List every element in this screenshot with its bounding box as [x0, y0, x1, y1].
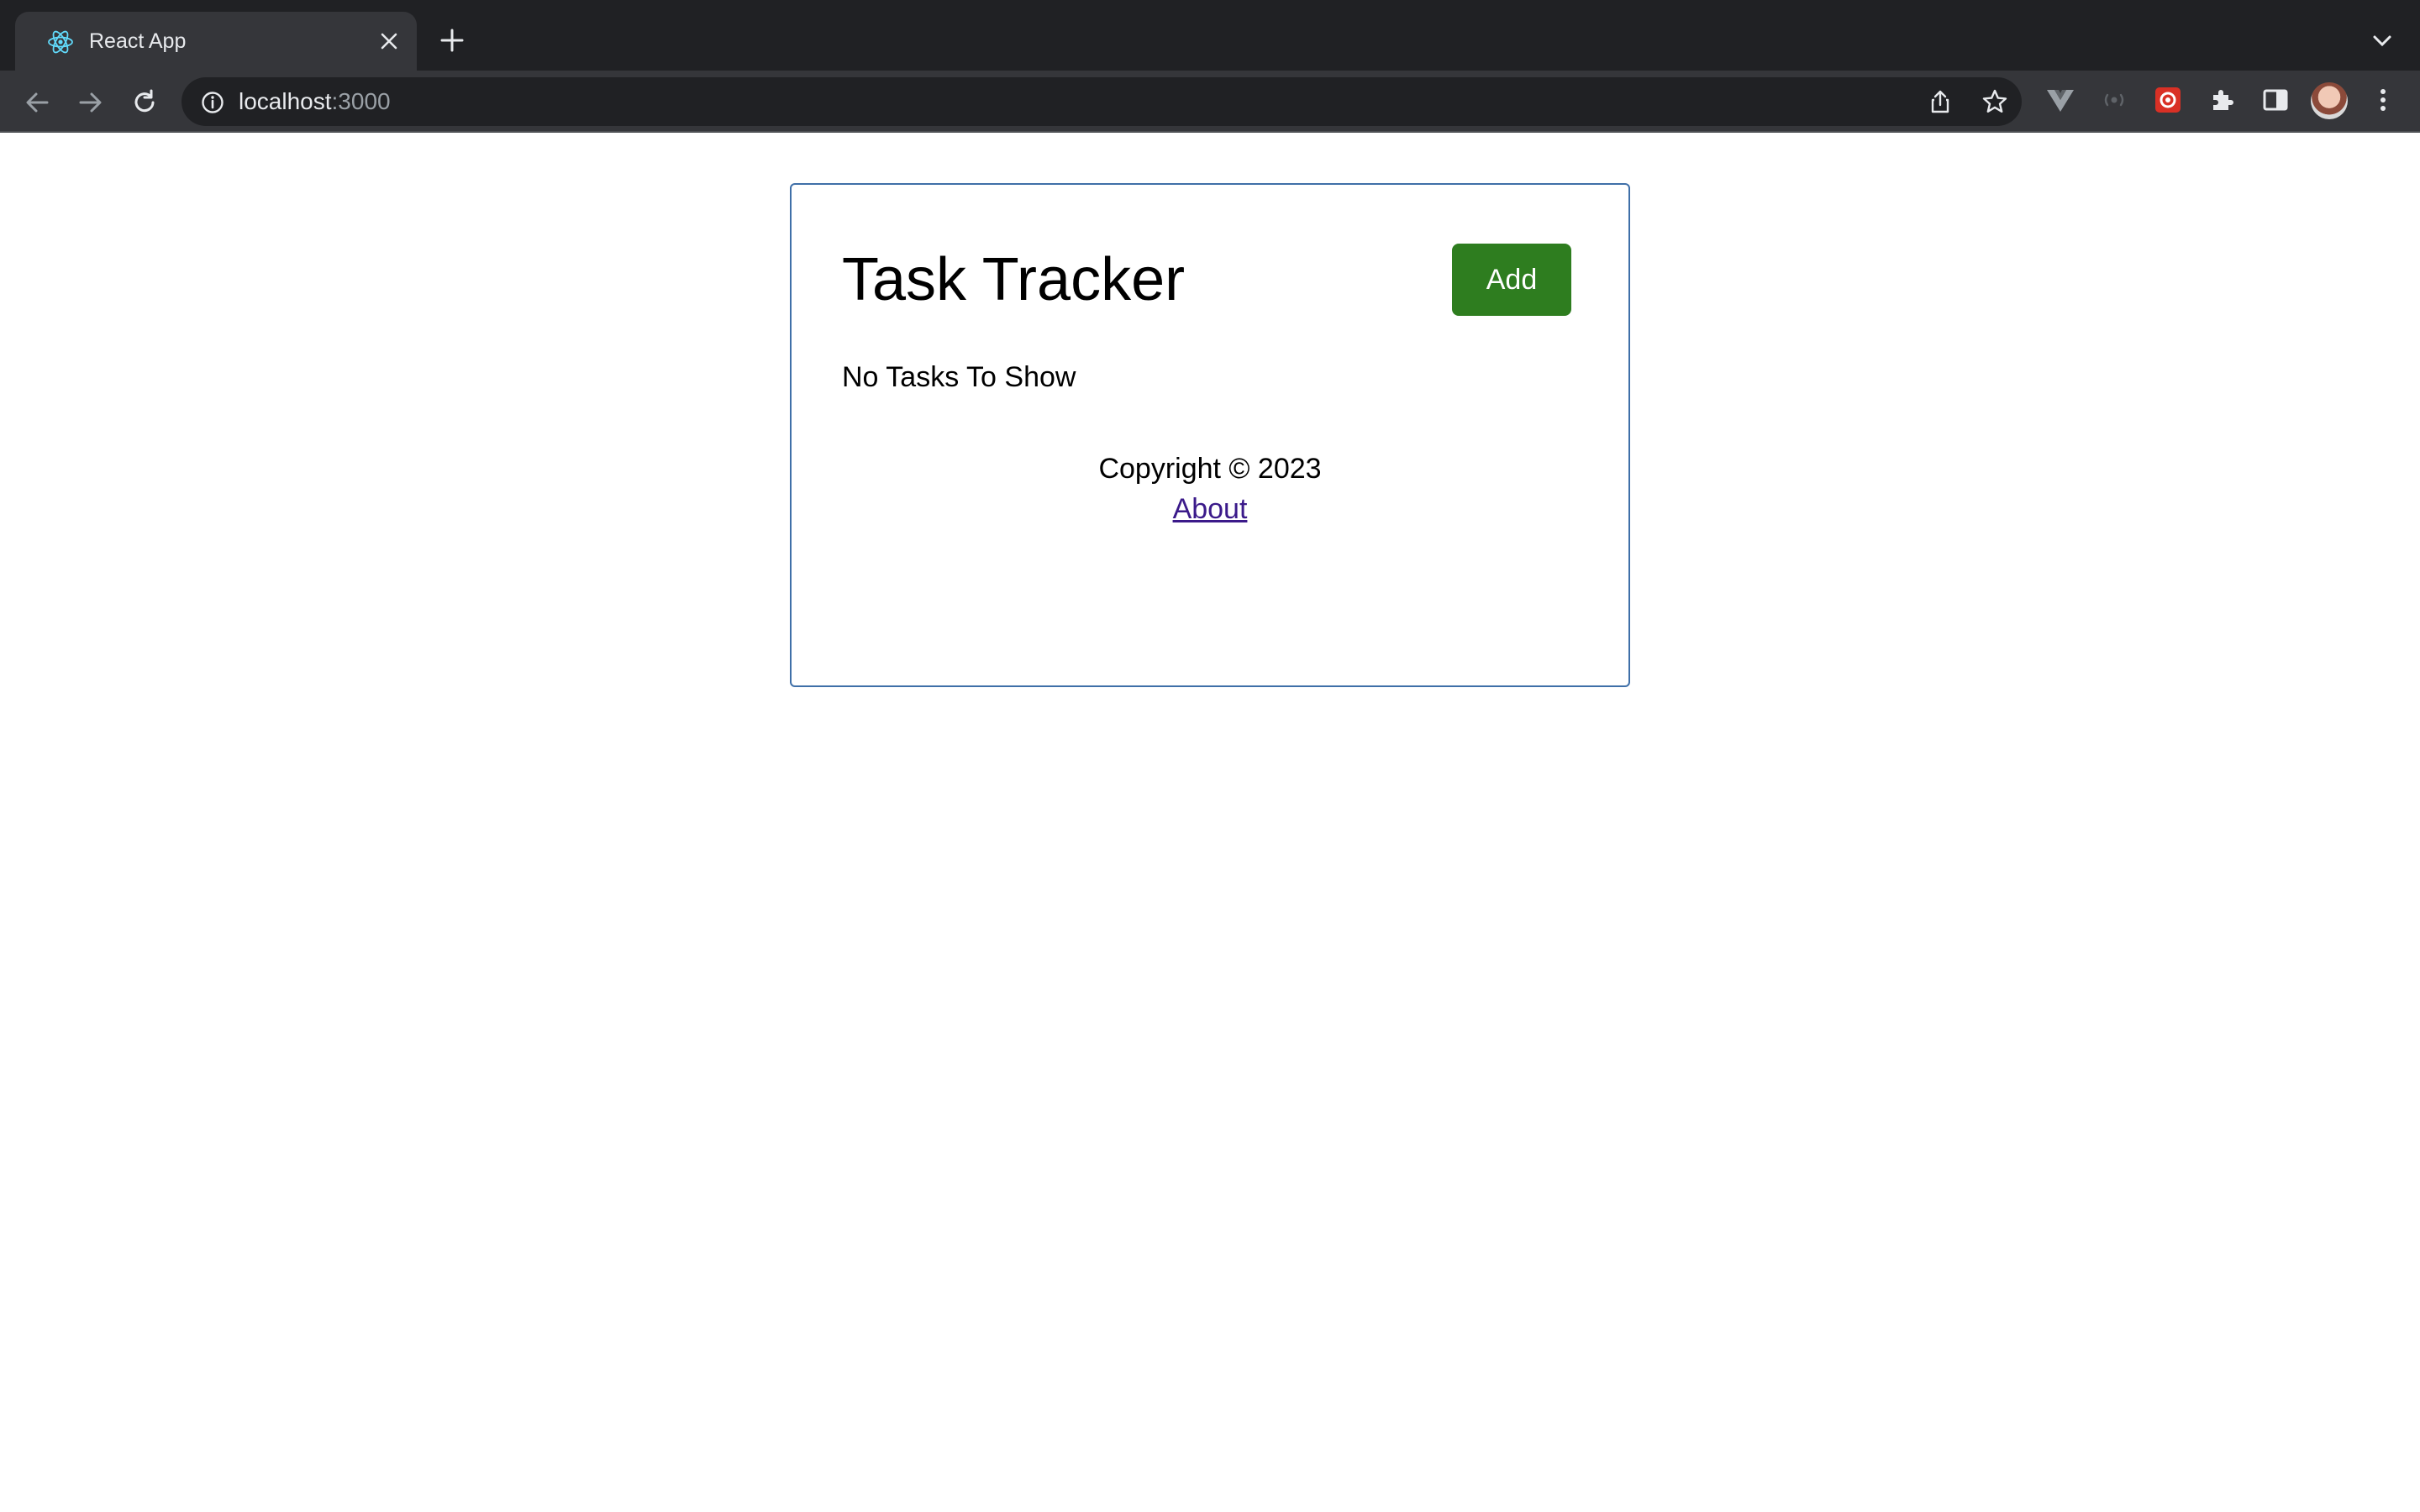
tab-title: React App: [89, 29, 187, 53]
avatar[interactable]: [2311, 82, 2348, 119]
footer: Copyright © 2023 About: [792, 449, 1628, 529]
star-icon[interactable]: [1981, 88, 2008, 115]
info-icon[interactable]: [200, 90, 225, 115]
reload-icon[interactable]: [129, 87, 160, 118]
url-text: localhost:3000: [239, 88, 391, 114]
empty-state-message: No Tasks To Show: [842, 361, 1076, 393]
puzzle-extension-icon[interactable]: [2207, 85, 2237, 115]
vue-extension-icon[interactable]: [2045, 85, 2075, 115]
plus-icon[interactable]: [439, 27, 466, 54]
browser-tab[interactable]: React App: [15, 12, 417, 71]
close-icon[interactable]: [378, 30, 400, 52]
back-arrow-icon[interactable]: [22, 87, 52, 118]
task-tracker-container: Task Tracker Add No Tasks To Show Copyri…: [790, 183, 1630, 687]
add-task-button[interactable]: Add: [1452, 244, 1571, 316]
side-panel-icon[interactable]: [2260, 85, 2291, 115]
chevron-down-icon[interactable]: [2370, 30, 2395, 50]
forward-arrow-icon[interactable]: [76, 87, 106, 118]
page-title: Task Tracker: [842, 246, 1186, 313]
address-bar[interactable]: localhost:3000: [182, 77, 2022, 126]
toolbar-divider: [0, 131, 2420, 133]
about-link[interactable]: About: [1173, 493, 1248, 525]
react-favicon-icon: [48, 30, 73, 54]
copyright-text: Copyright © 2023: [1098, 453, 1322, 485]
share-icon[interactable]: [1928, 89, 1953, 114]
tab-strip: React App: [0, 0, 2420, 71]
red-extension-icon[interactable]: [2153, 85, 2183, 115]
more-vert-icon[interactable]: [2368, 85, 2398, 115]
radio-extension-icon[interactable]: [2099, 85, 2129, 115]
